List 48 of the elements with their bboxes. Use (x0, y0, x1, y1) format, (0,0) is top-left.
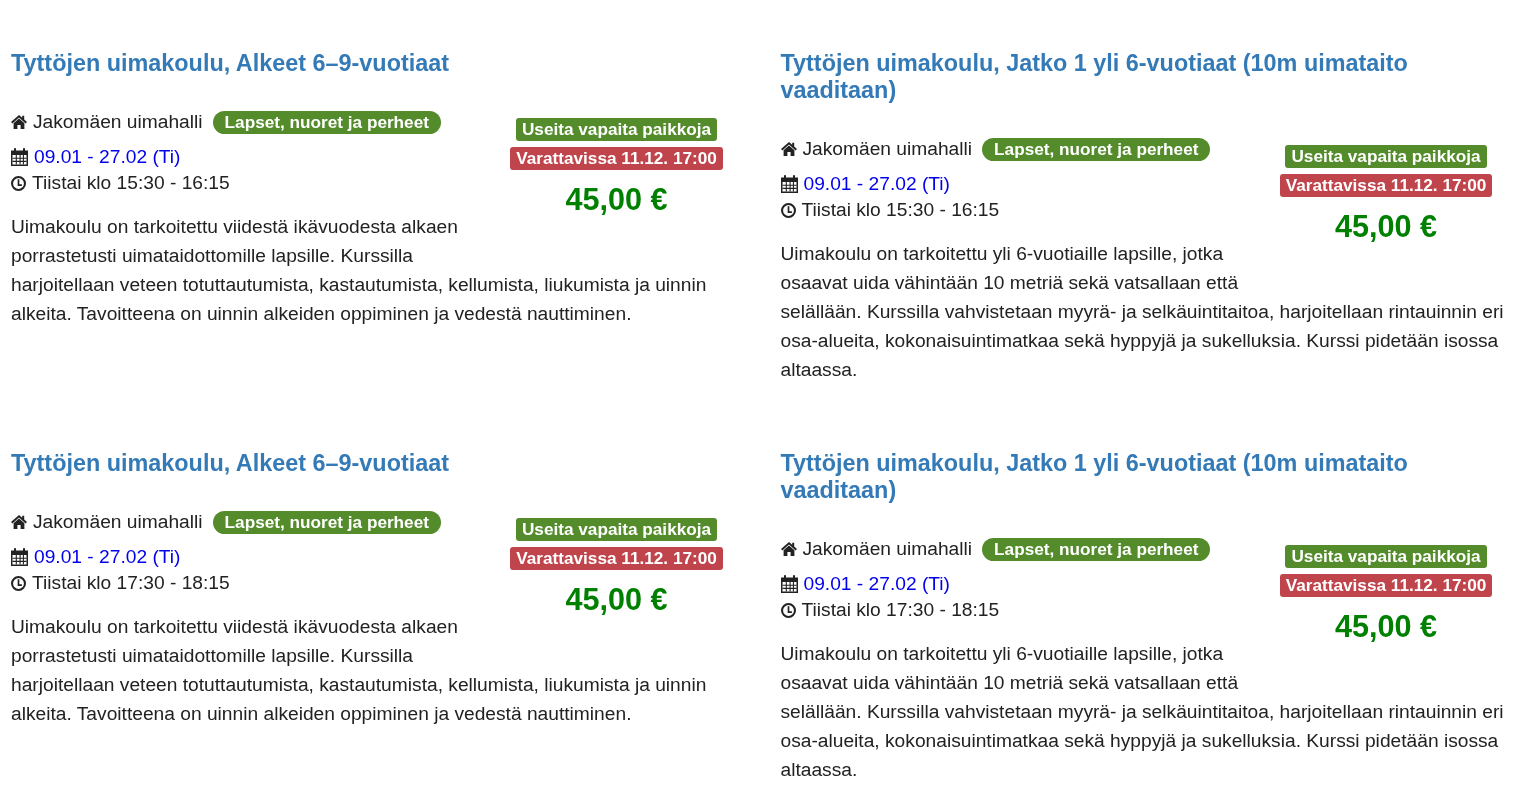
calendar-icon (11, 148, 28, 166)
date-range-link[interactable]: 09.01 - 27.02 (Ti) (803, 571, 950, 597)
price-text: 45,00 € (565, 181, 668, 217)
price-text: 45,00 € (1334, 608, 1438, 644)
home-icon (780, 542, 797, 556)
schedule-text: Tiistai klo 15:30 - 16:15 (801, 198, 1000, 222)
description-text: Uimakoulu on tarkoitettu yli 6-vuotiaille lapsille, jotka osaavat uida vähintään 10 metriä sekä vatsallaan että selällään. Kurssilla vahvistetaan myyrä- ja selkäuintitaitoa, harjoitellaan rintauinnin eri osa-alueita, kokonaisuintimatkaa sekä hyppyjä ja sukelluksia. Kurssi pidetään isossa altaassa. (780, 642, 1505, 782)
clock-icon (780, 602, 796, 618)
location-text: Jakomäen uimahalli (802, 137, 973, 161)
home-icon (780, 142, 797, 156)
price-text: 45,00 € (565, 581, 668, 617)
category-badge: Lapset, nuoret ja perheet (212, 110, 441, 134)
availability-badge: Useita vapaita paikkoja (1285, 545, 1487, 568)
location-text: Jakomäen uimahalli (802, 537, 973, 561)
availability-badge: Useita vapaita paikkoja (515, 118, 718, 141)
calendar-icon (11, 548, 28, 566)
date-range-link[interactable]: 09.01 - 27.02 (Ti) (34, 544, 181, 570)
booking-badge: Varattavissa 11.12. 17:00 (1279, 174, 1493, 197)
home-icon (11, 115, 27, 129)
booking-badge: Varattavissa 11.12. 17:00 (510, 147, 723, 170)
clock-icon (11, 575, 26, 591)
booking-badge: Varattavissa 11.12. 17:00 (510, 547, 723, 570)
description-text: Uimakoulu on tarkoitettu viidestä ikävuodesta alkaen porrastetusti uimataidottomille lapsille. Kurssilla harjoitellaan veteen totuttautumista, kastautumista, kellumista, liukumista ja uinnin alkeita. Tavoitteena on uinnin alkeiden oppiminen ja vedestä nauttiminen. (11, 615, 708, 726)
clock-icon (11, 175, 26, 191)
description-text: Uimakoulu on tarkoitettu yli 6-vuotiaille lapsille, jotka osaavat uida vähintään 10 metriä sekä vatsallaan että selällään. Kurssilla vahvistetaan myyrä- ja selkäuintitaitoa, harjoitellaan rintauinnin eri osa-alueita, kokonaisuintimatkaa sekä hyppyjä ja sukelluksia. Kurssi pidetään isossa altaassa. (780, 242, 1505, 382)
booking-badge: Varattavissa 11.12. 17:00 (1279, 574, 1493, 597)
location-text: Jakomäen uimahalli (33, 510, 203, 534)
schedule-text: Tiistai klo 17:30 - 18:15 (801, 598, 1000, 622)
course-title-link[interactable]: Tyttöjen uimakoulu, Jatko 1 yli 6-vuotiaat (10m uimataito vaaditaan) (780, 450, 1501, 504)
date-range-link[interactable]: 09.01 - 27.02 (Ti) (34, 144, 181, 170)
description-text: Uimakoulu on tarkoitettu viidestä ikävuodesta alkaen porrastetusti uimataidottomille lapsille. Kurssilla harjoitellaan veteen totuttautumista, kastautumista, kellumista, liukumista ja uinnin alkeita. Tavoitteena on uinnin alkeiden oppiminen ja vedestä nauttiminen. (11, 215, 708, 326)
location-text: Jakomäen uimahalli (33, 110, 203, 134)
category-badge: Lapset, nuoret ja perheet (212, 510, 441, 534)
availability-badge: Useita vapaita paikkoja (515, 518, 718, 541)
category-badge: Lapset, nuoret ja perheet (982, 137, 1211, 161)
availability-badge: Useita vapaita paikkoja (1285, 145, 1487, 168)
category-badge: Lapset, nuoret ja perheet (982, 537, 1211, 561)
calendar-icon (780, 575, 798, 593)
schedule-text: Tiistai klo 17:30 - 18:15 (32, 571, 230, 595)
clock-icon (780, 202, 796, 218)
course-title-link[interactable]: Tyttöjen uimakoulu, Alkeet 6–9-vuotiaat (11, 50, 449, 77)
calendar-icon (780, 175, 798, 193)
price-text: 45,00 € (1334, 208, 1438, 244)
date-range-link[interactable]: 09.01 - 27.02 (Ti) (803, 171, 950, 197)
schedule-text: Tiistai klo 15:30 - 16:15 (32, 171, 230, 195)
course-title-link[interactable]: Tyttöjen uimakoulu, Jatko 1 yli 6-vuotiaat (10m uimataito vaaditaan) (780, 50, 1501, 104)
course-title-link[interactable]: Tyttöjen uimakoulu, Alkeet 6–9-vuotiaat (11, 450, 449, 477)
home-icon (11, 515, 27, 529)
